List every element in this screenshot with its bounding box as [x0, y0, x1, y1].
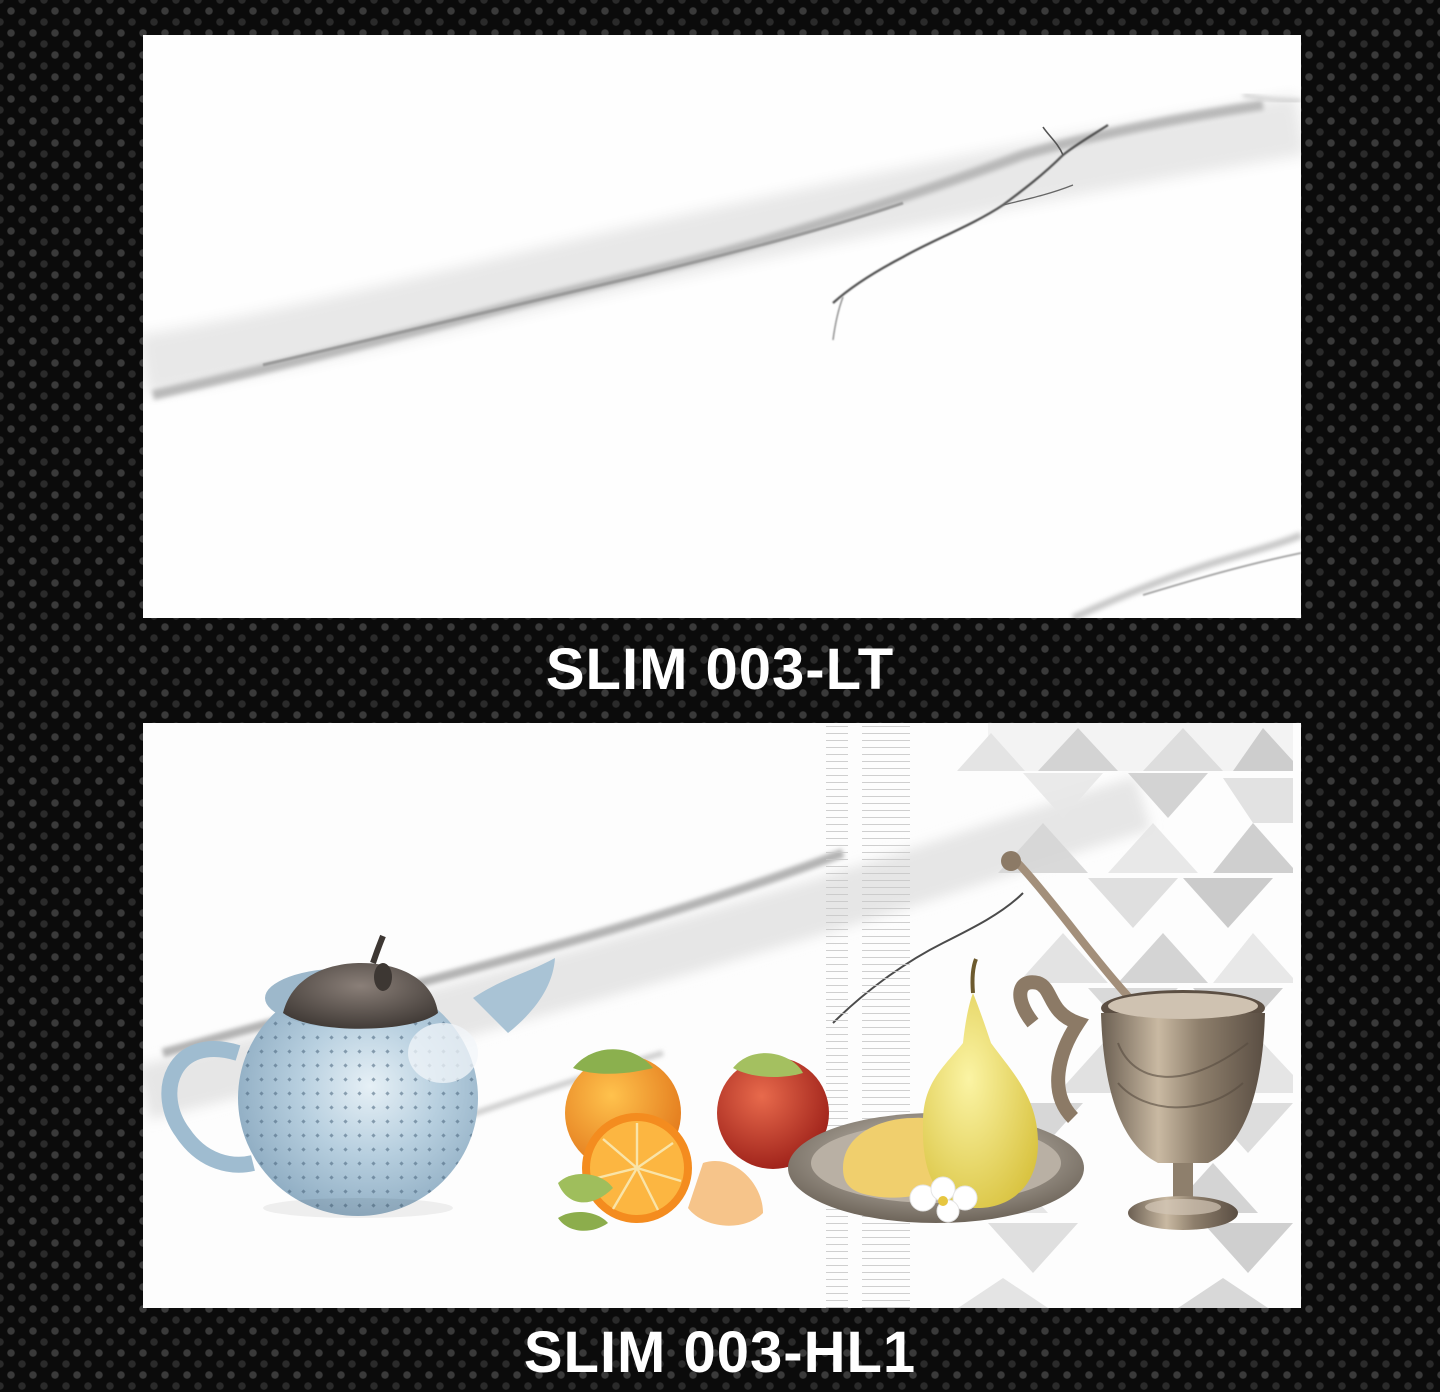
marble-texture-plain	[143, 35, 1301, 618]
tile-code-label: SLIM 003-LT	[545, 637, 895, 702]
tile-slim-003-lt	[143, 35, 1301, 618]
tile-code-label: SLIM 003-HL1	[523, 1320, 917, 1385]
marble-texture-decor	[143, 723, 1301, 1308]
tile-slim-003-hl1	[143, 723, 1301, 1308]
